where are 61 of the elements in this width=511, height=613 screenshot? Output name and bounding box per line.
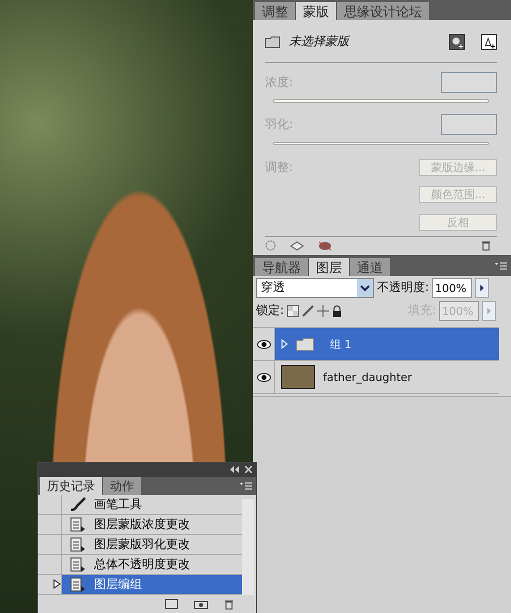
panel-tab[interactable]: 调整 (255, 2, 295, 20)
history-label: 图层蒙版浓度更改 (94, 516, 190, 533)
layer-thumbnail (281, 365, 315, 389)
density-label: 浓度: (265, 74, 294, 91)
history-item[interactable]: 图层蒙版浓度更改 (62, 514, 242, 534)
history-label: 画笔工具 (94, 496, 142, 513)
panel-tab[interactable]: 蒙版 (296, 2, 336, 20)
document-icon (70, 536, 86, 552)
document-icon (70, 516, 86, 532)
opacity-label: 不透明度: (377, 279, 430, 296)
layer-row[interactable]: father_daughter (275, 361, 499, 393)
lock-icon[interactable] (332, 304, 342, 316)
add-vector-mask-icon[interactable] (481, 34, 497, 50)
folder-icon (265, 36, 281, 48)
eye-icon[interactable] (256, 340, 270, 348)
dropdown-arrow-icon (357, 278, 373, 296)
history-label: 总体不透明度更改 (94, 556, 190, 573)
expand-arrow-icon[interactable] (281, 339, 288, 349)
panel-menu-icon[interactable] (495, 262, 507, 270)
history-item[interactable]: 图层编组 (62, 574, 242, 594)
selection-icon[interactable] (265, 240, 276, 252)
eye-icon[interactable] (256, 372, 270, 382)
panel-tab[interactable]: 思缘设计论坛 (337, 2, 429, 20)
document-icon (70, 556, 86, 572)
panel-tab[interactable]: 导航器 (255, 258, 308, 276)
layer-name: father_daughter (323, 370, 412, 384)
panel-tab[interactable]: 历史记录 (40, 476, 102, 495)
history-label: 图层蒙版羽化更改 (94, 536, 190, 553)
trash-icon[interactable] (481, 240, 491, 252)
new-document-icon[interactable] (165, 599, 178, 610)
panel-tab[interactable]: 通道 (350, 258, 390, 276)
folder-icon (296, 338, 314, 350)
document-icon (70, 576, 86, 592)
panel-tab[interactable]: 动作 (103, 476, 141, 495)
feather-field[interactable] (441, 114, 497, 136)
close-icon[interactable] (245, 466, 252, 474)
layer-row[interactable]: 组 1 (275, 328, 499, 360)
history-item[interactable]: 图层蒙版羽化更改 (62, 534, 242, 554)
move-icon[interactable] (317, 304, 330, 316)
blend-mode-dropdown[interactable]: 穿透 (256, 278, 374, 298)
collapse-icon[interactable] (230, 466, 239, 474)
adjust-label: 调整: (265, 158, 294, 176)
layer-name: 组 1 (330, 336, 352, 352)
history-item[interactable]: 总体不透明度更改 (62, 554, 242, 574)
brush-icon[interactable] (302, 304, 314, 316)
add-pixel-mask-icon[interactable] (449, 34, 465, 50)
feather-label: 羽化: (265, 116, 294, 134)
mask-status: 未选择蒙版 (289, 33, 349, 50)
lock-label: 锁定: (256, 302, 284, 319)
arrow-right-icon[interactable] (475, 278, 490, 298)
history-label: 图层编组 (94, 576, 142, 593)
history-item[interactable]: 画笔工具 (62, 494, 242, 514)
camera-icon[interactable] (194, 599, 208, 610)
opacity-field[interactable]: 100% (432, 278, 472, 298)
density-field[interactable] (441, 72, 497, 93)
panel-tab[interactable]: 图层 (309, 258, 349, 276)
panel-menu-icon[interactable] (240, 482, 252, 490)
brush-icon (70, 497, 86, 512)
trash-icon[interactable] (224, 598, 234, 610)
scrollbar[interactable] (242, 499, 254, 595)
lock-transparency-icon[interactable] (287, 304, 300, 316)
